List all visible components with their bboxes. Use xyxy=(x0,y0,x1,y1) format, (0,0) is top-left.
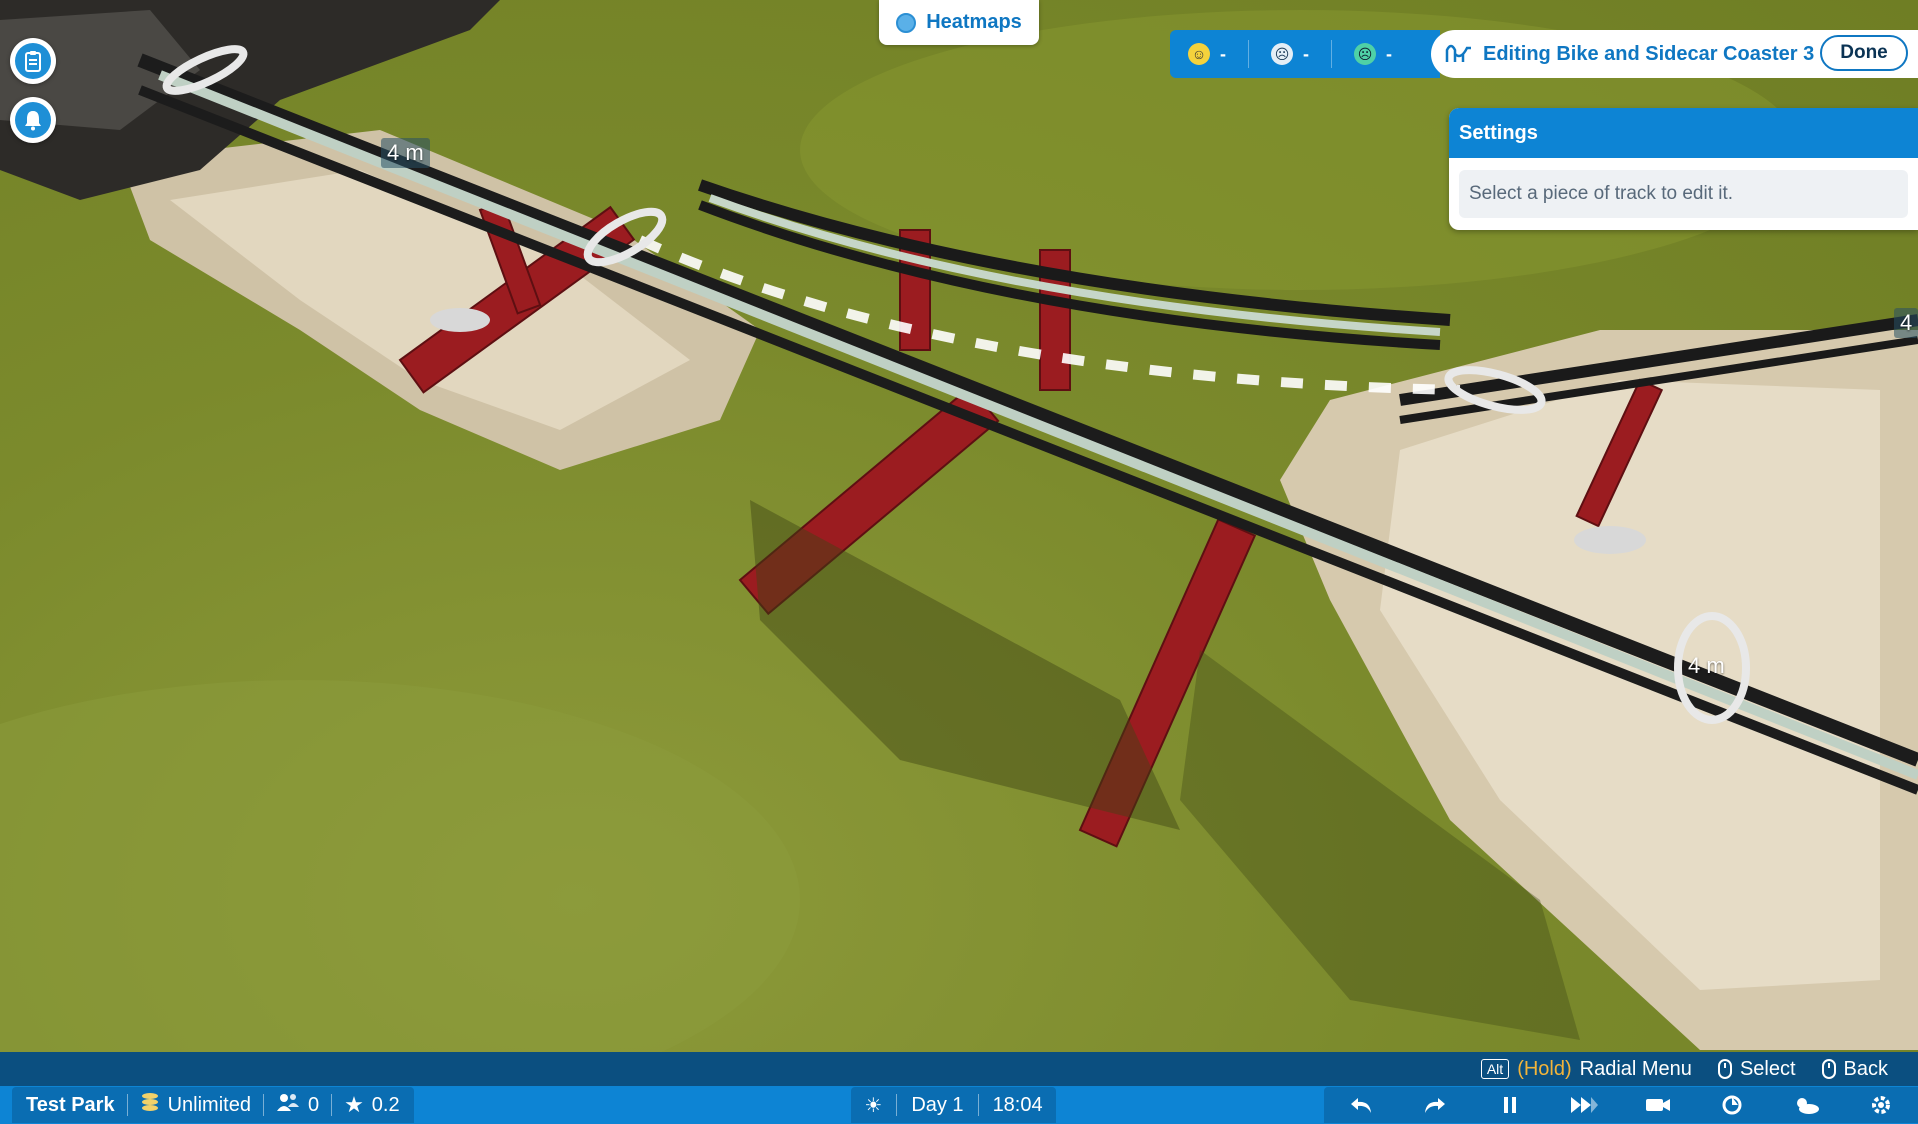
redo-button[interactable] xyxy=(1418,1090,1452,1120)
undo-icon xyxy=(1351,1098,1372,1113)
gear-icon xyxy=(1871,1096,1890,1114)
clipboard-icon xyxy=(15,43,51,79)
select-hint: Select xyxy=(1717,1057,1796,1081)
radial-menu-label: Radial Menu xyxy=(1579,1057,1692,1080)
angry-face-icon: ☹ xyxy=(1271,43,1293,65)
fear-rating: ☹ - xyxy=(1271,43,1309,65)
back-label: Back xyxy=(1843,1057,1888,1080)
divider xyxy=(331,1094,333,1116)
sun-icon: ☀ xyxy=(864,1094,883,1117)
editing-title: Editing Bike and Sidecar Coaster 3 xyxy=(1483,42,1815,65)
rotate-icon xyxy=(1722,1095,1742,1115)
divider xyxy=(896,1094,898,1116)
guests-display[interactable]: 0 xyxy=(276,1092,319,1118)
weather-icon xyxy=(1796,1098,1819,1114)
control-hints-bar: Alt (Hold) Radial Menu Select Back xyxy=(0,1052,1918,1086)
camera-button[interactable] xyxy=(1641,1090,1675,1120)
settings-panel: Settings Select a piece of track to edit… xyxy=(1449,108,1918,230)
star-icon: ★ xyxy=(344,1092,364,1117)
done-button[interactable]: Done xyxy=(1820,35,1908,71)
money-value: Unlimited xyxy=(167,1093,251,1116)
ride-ratings-strip: ☺ - ☹ - ☹ - xyxy=(1170,30,1440,78)
rating-value: 0.2 xyxy=(371,1093,400,1116)
speed-button[interactable] xyxy=(1567,1090,1601,1120)
bell-icon xyxy=(15,102,51,138)
notifications-button[interactable] xyxy=(10,97,56,143)
divider xyxy=(977,1094,979,1116)
alt-key: Alt xyxy=(1480,1059,1510,1079)
coaster-track-icon xyxy=(1445,40,1473,69)
rotate-view-button[interactable] xyxy=(1715,1090,1749,1120)
fast-forward-icon xyxy=(1570,1097,1598,1113)
redo-icon xyxy=(1425,1098,1446,1113)
camera-icon xyxy=(1646,1099,1671,1111)
editing-bar: Editing Bike and Sidecar Coaster 3 Done xyxy=(1431,30,1918,78)
sick-face-icon: ☹ xyxy=(1354,43,1376,65)
nausea-rating: ☹ - xyxy=(1354,43,1392,65)
right-mouse-icon xyxy=(1821,1059,1836,1079)
time-label: 18:04 xyxy=(992,1093,1043,1116)
settings-button[interactable] xyxy=(1864,1090,1898,1120)
divider xyxy=(1248,40,1249,68)
coins-icon xyxy=(140,1091,160,1119)
money-display[interactable]: Unlimited xyxy=(140,1091,251,1119)
fear-value: - xyxy=(1303,43,1309,64)
left-mouse-icon xyxy=(1717,1059,1732,1079)
undo-button[interactable] xyxy=(1344,1090,1378,1120)
heatmaps-button[interactable]: Heatmaps xyxy=(879,0,1039,45)
heatmaps-label: Heatmaps xyxy=(926,11,1022,33)
pause-icon xyxy=(1503,1097,1516,1113)
rating-display[interactable]: ★ 0.2 xyxy=(344,1092,400,1118)
park-info[interactable]: Test Park Unlimited 0 ★ 0.2 xyxy=(12,1087,414,1123)
divider xyxy=(262,1094,264,1116)
heatmap-icon xyxy=(896,12,917,33)
settings-hint: Select a piece of track to edit it. xyxy=(1459,170,1908,218)
weather-button[interactable] xyxy=(1790,1090,1824,1120)
divider xyxy=(126,1094,128,1116)
guests-icon xyxy=(276,1092,300,1118)
day-label: Day 1 xyxy=(911,1093,964,1116)
hold-label: (Hold) xyxy=(1517,1057,1572,1080)
nausea-value: - xyxy=(1386,43,1392,64)
game-controls xyxy=(1324,1087,1918,1123)
guests-value: 0 xyxy=(307,1093,320,1116)
excitement-rating: ☺ - xyxy=(1188,43,1226,65)
radial-menu-hint: Alt (Hold) Radial Menu xyxy=(1480,1057,1692,1081)
back-hint: Back xyxy=(1821,1057,1888,1081)
park-name: Test Park xyxy=(26,1093,115,1116)
height-label: 4 m xyxy=(381,138,430,168)
select-label: Select xyxy=(1739,1057,1796,1080)
happy-face-icon: ☺ xyxy=(1188,43,1210,65)
height-label: 4 xyxy=(1894,308,1918,338)
date-time-display[interactable]: ☀ Day 1 18:04 xyxy=(851,1087,1056,1123)
height-label: 4 m xyxy=(1688,653,1725,678)
settings-title: Settings xyxy=(1449,108,1918,158)
objectives-button[interactable] xyxy=(10,38,56,84)
pause-button[interactable] xyxy=(1493,1090,1527,1120)
excitement-value: - xyxy=(1220,43,1226,64)
divider xyxy=(1331,40,1332,68)
